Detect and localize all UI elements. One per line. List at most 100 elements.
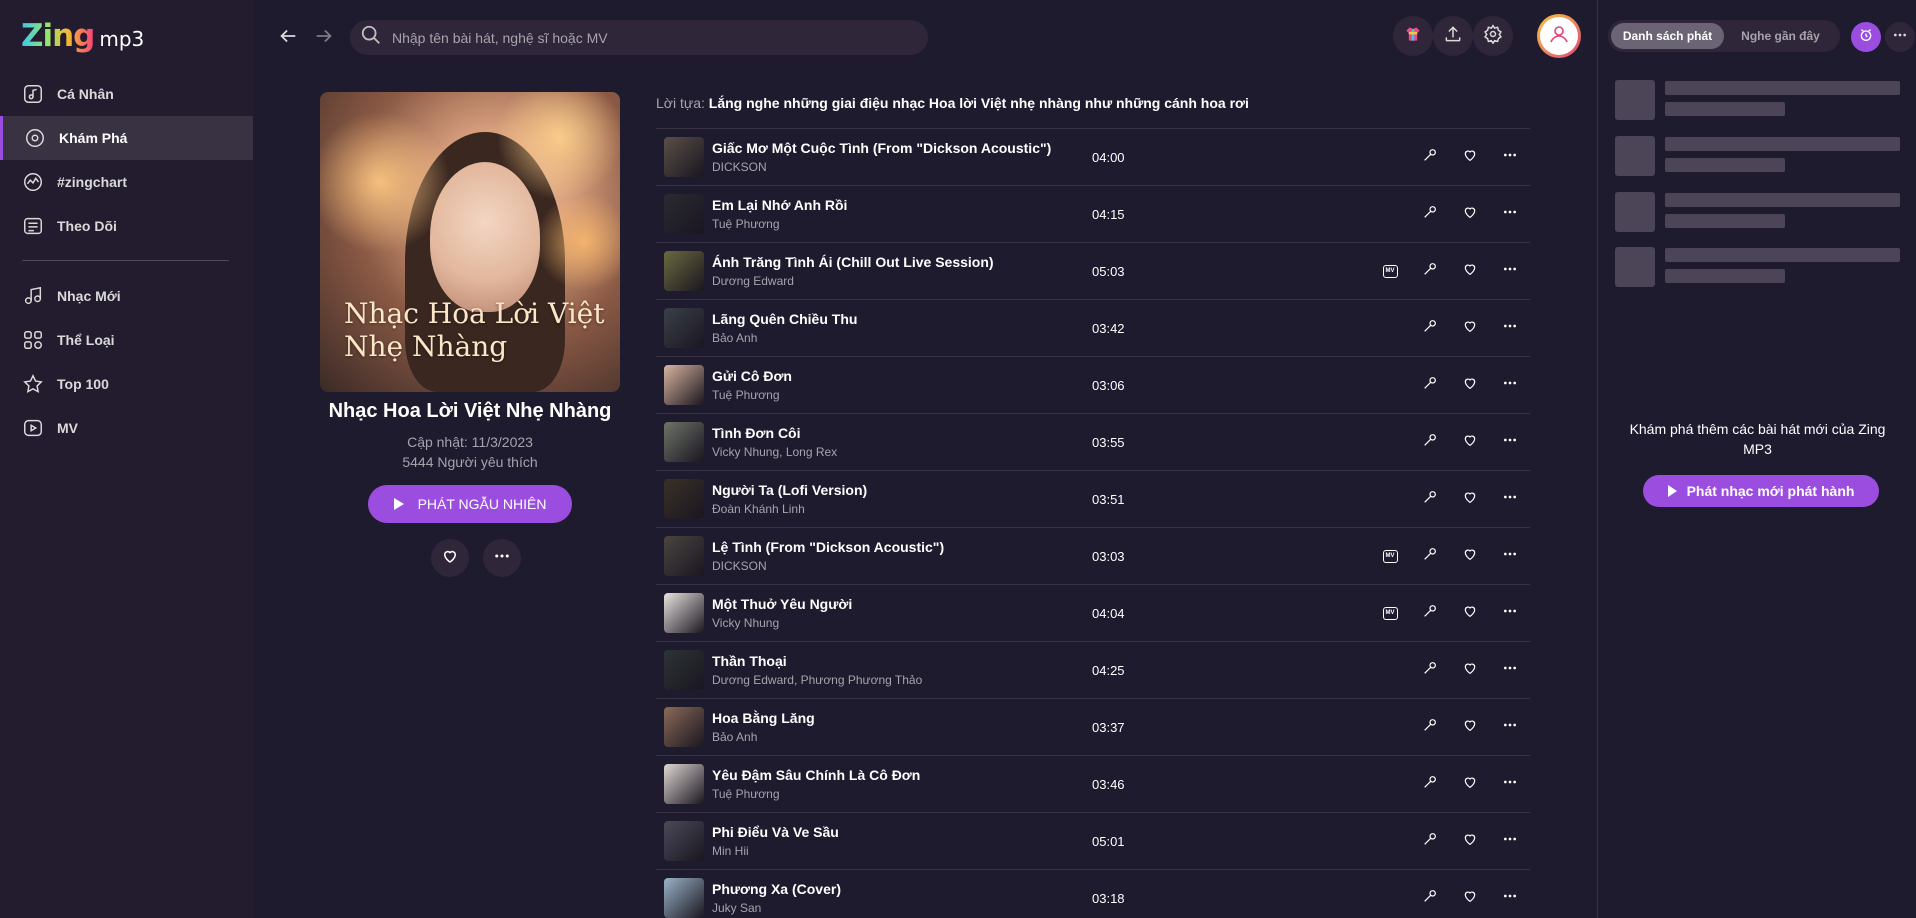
- song-artist[interactable]: Bảo Anh: [712, 331, 1082, 345]
- song-row[interactable]: Gửi Cô Đơn Tuệ Phương 03:06: [656, 356, 1530, 413]
- song-row[interactable]: Phi Điểu Và Ve Sầu Min Hii 05:01: [656, 812, 1530, 869]
- search-input[interactable]: [392, 29, 928, 46]
- timer-button[interactable]: [1851, 22, 1881, 52]
- like-song-button[interactable]: [1450, 318, 1490, 339]
- like-song-button[interactable]: [1450, 546, 1490, 567]
- song-artist[interactable]: Tuệ Phương: [712, 388, 1082, 402]
- mv-button[interactable]: MV: [1370, 264, 1410, 278]
- song-row[interactable]: Tình Đơn Côi Vicky Nhung, Long Rex 03:55: [656, 413, 1530, 470]
- sidebar-item-nhac-moi[interactable]: Nhạc Mới: [0, 274, 253, 318]
- karaoke-button[interactable]: [1410, 660, 1450, 681]
- song-row[interactable]: Lệ Tình (From "Dickson Acoustic") DICKSON…: [656, 527, 1530, 584]
- song-row[interactable]: Một Thuở Yêu Người Vicky Nhung 04:04 MV: [656, 584, 1530, 641]
- song-more-button[interactable]: [1490, 888, 1530, 909]
- zing-mp3-logo[interactable]: Zing mp3: [21, 18, 144, 58]
- song-more-button[interactable]: [1490, 318, 1530, 339]
- song-row[interactable]: Giấc Mơ Một Cuộc Tình (From "Dickson Aco…: [656, 128, 1530, 185]
- song-title[interactable]: Một Thuở Yêu Người: [712, 596, 1082, 612]
- back-arrow-icon[interactable]: [277, 25, 299, 47]
- song-more-button[interactable]: [1490, 375, 1530, 396]
- song-artist[interactable]: Đoàn Khánh Linh: [712, 502, 1082, 516]
- song-title[interactable]: Phi Điểu Và Ve Sầu: [712, 824, 1082, 840]
- song-artist[interactable]: DICKSON: [712, 559, 1082, 573]
- song-row[interactable]: Em Lại Nhớ Anh Rồi Tuệ Phương 04:15: [656, 185, 1530, 242]
- song-thumbnail[interactable]: [664, 194, 704, 234]
- karaoke-button[interactable]: [1410, 375, 1450, 396]
- like-song-button[interactable]: [1450, 717, 1490, 738]
- song-row[interactable]: Ánh Trăng Tình Ái (Chill Out Live Sessio…: [656, 242, 1530, 299]
- song-thumbnail[interactable]: [664, 764, 704, 804]
- like-song-button[interactable]: [1450, 432, 1490, 453]
- song-title[interactable]: Em Lại Nhớ Anh Rồi: [712, 197, 1082, 213]
- song-thumbnail[interactable]: [664, 821, 704, 861]
- song-title[interactable]: Giấc Mơ Một Cuộc Tình (From "Dickson Aco…: [712, 140, 1082, 156]
- song-title[interactable]: Hoa Bằng Lăng: [712, 710, 1082, 726]
- karaoke-button[interactable]: [1410, 261, 1450, 282]
- song-more-button[interactable]: [1490, 774, 1530, 795]
- like-song-button[interactable]: [1450, 888, 1490, 909]
- karaoke-button[interactable]: [1410, 717, 1450, 738]
- karaoke-button[interactable]: [1410, 147, 1450, 168]
- sidebar-item-kham-pha[interactable]: Khám Phá: [0, 116, 253, 160]
- search-bar[interactable]: [350, 20, 928, 55]
- song-title[interactable]: Thần Thoại: [712, 653, 1082, 669]
- song-thumbnail[interactable]: [664, 479, 704, 519]
- song-row[interactable]: Người Ta (Lofi Version) Đoàn Khánh Linh 03…: [656, 470, 1530, 527]
- song-thumbnail[interactable]: [664, 422, 704, 462]
- karaoke-button[interactable]: [1410, 432, 1450, 453]
- song-more-button[interactable]: [1490, 204, 1530, 225]
- like-song-button[interactable]: [1450, 375, 1490, 396]
- song-title[interactable]: Người Ta (Lofi Version): [712, 482, 1082, 498]
- like-song-button[interactable]: [1450, 147, 1490, 168]
- song-more-button[interactable]: [1490, 489, 1530, 510]
- song-more-button[interactable]: [1490, 546, 1530, 567]
- song-artist[interactable]: DICKSON: [712, 160, 1082, 174]
- karaoke-button[interactable]: [1410, 603, 1450, 624]
- tab-playlist[interactable]: Danh sách phát: [1611, 23, 1724, 49]
- song-artist[interactable]: Tuệ Phương: [712, 787, 1082, 801]
- song-thumbnail[interactable]: [664, 365, 704, 405]
- song-row[interactable]: Lãng Quên Chiều Thu Bảo Anh 03:42: [656, 299, 1530, 356]
- shuffle-play-button[interactable]: PHÁT NGẪU NHIÊN: [368, 485, 572, 523]
- song-artist[interactable]: Vicky Nhung, Long Rex: [712, 445, 1082, 459]
- song-more-button[interactable]: [1490, 432, 1530, 453]
- song-row[interactable]: Hoa Bằng Lăng Bảo Anh 03:37: [656, 698, 1530, 755]
- like-song-button[interactable]: [1450, 660, 1490, 681]
- song-artist[interactable]: Min Hii: [712, 844, 1082, 858]
- song-thumbnail[interactable]: [664, 878, 704, 918]
- song-title[interactable]: Phương Xa (Cover): [712, 881, 1082, 897]
- song-row[interactable]: Phương Xa (Cover) Juky San 03:18: [656, 869, 1530, 918]
- song-thumbnail[interactable]: [664, 536, 704, 576]
- song-more-button[interactable]: [1490, 261, 1530, 282]
- mv-button[interactable]: MV: [1370, 549, 1410, 563]
- song-title[interactable]: Gửi Cô Đơn: [712, 368, 1082, 384]
- karaoke-button[interactable]: [1410, 489, 1450, 510]
- song-title[interactable]: Yêu Đậm Sâu Chính Là Cô Đơn: [712, 767, 1082, 783]
- karaoke-button[interactable]: [1410, 831, 1450, 852]
- like-song-button[interactable]: [1450, 831, 1490, 852]
- like-song-button[interactable]: [1450, 603, 1490, 624]
- sidebar-item-zingchart[interactable]: #zingchart: [0, 160, 253, 204]
- like-song-button[interactable]: [1450, 774, 1490, 795]
- karaoke-button[interactable]: [1410, 318, 1450, 339]
- song-row[interactable]: Yêu Đậm Sâu Chính Là Cô Đơn Tuệ Phương 03:…: [656, 755, 1530, 812]
- song-title[interactable]: Ánh Trăng Tình Ái (Chill Out Live Sessio…: [712, 254, 1082, 270]
- user-avatar[interactable]: [1537, 14, 1581, 58]
- sidebar-item-ca-nhan[interactable]: Cá Nhân: [0, 72, 253, 116]
- upload-button[interactable]: [1433, 16, 1473, 56]
- song-title[interactable]: Tình Đơn Côi: [712, 425, 1082, 441]
- song-thumbnail[interactable]: [664, 707, 704, 747]
- karaoke-button[interactable]: [1410, 546, 1450, 567]
- like-album-button[interactable]: [431, 539, 469, 577]
- song-artist[interactable]: Vicky Nhung: [712, 616, 1082, 630]
- right-panel-more-button[interactable]: [1885, 22, 1915, 52]
- play-new-releases-button[interactable]: Phát nhạc mới phát hành: [1643, 475, 1879, 507]
- song-more-button[interactable]: [1490, 660, 1530, 681]
- song-artist[interactable]: Bảo Anh: [712, 730, 1082, 744]
- like-song-button[interactable]: [1450, 489, 1490, 510]
- settings-button[interactable]: [1473, 16, 1513, 56]
- karaoke-button[interactable]: [1410, 204, 1450, 225]
- song-more-button[interactable]: [1490, 831, 1530, 852]
- sidebar-item-top-100[interactable]: Top 100: [0, 362, 253, 406]
- karaoke-button[interactable]: [1410, 774, 1450, 795]
